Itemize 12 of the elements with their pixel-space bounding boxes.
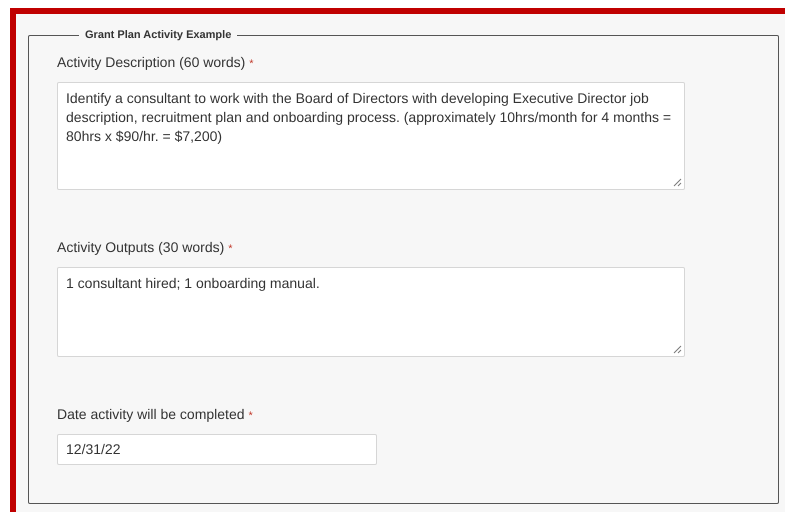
- date-field[interactable]: 12/31/22: [57, 434, 377, 464]
- resize-handle-icon[interactable]: [672, 344, 682, 354]
- section-legend: Grant Plan Activity Example: [79, 27, 238, 44]
- field-label: Date activity will be completed: [57, 404, 245, 424]
- field-label: Activity Description (60 words): [57, 52, 246, 72]
- required-mark: *: [248, 408, 253, 424]
- required-mark: *: [249, 56, 254, 72]
- field-label: Activity Outputs (30 words): [57, 238, 224, 257]
- text-area[interactable]: 1 consultant hired; 1 onboarding manual.: [57, 266, 685, 356]
- text-area[interactable]: Identify a consultant to work with the Board of Directors with developing Executive Director job description, recruitment plan and onboarding process. (approximately 10hrs/month for 4 months = 80hrs x $90/hr. = $7,200): [57, 82, 685, 190]
- resize-handle-icon[interactable]: [672, 176, 682, 186]
- required-mark: *: [228, 242, 233, 256]
